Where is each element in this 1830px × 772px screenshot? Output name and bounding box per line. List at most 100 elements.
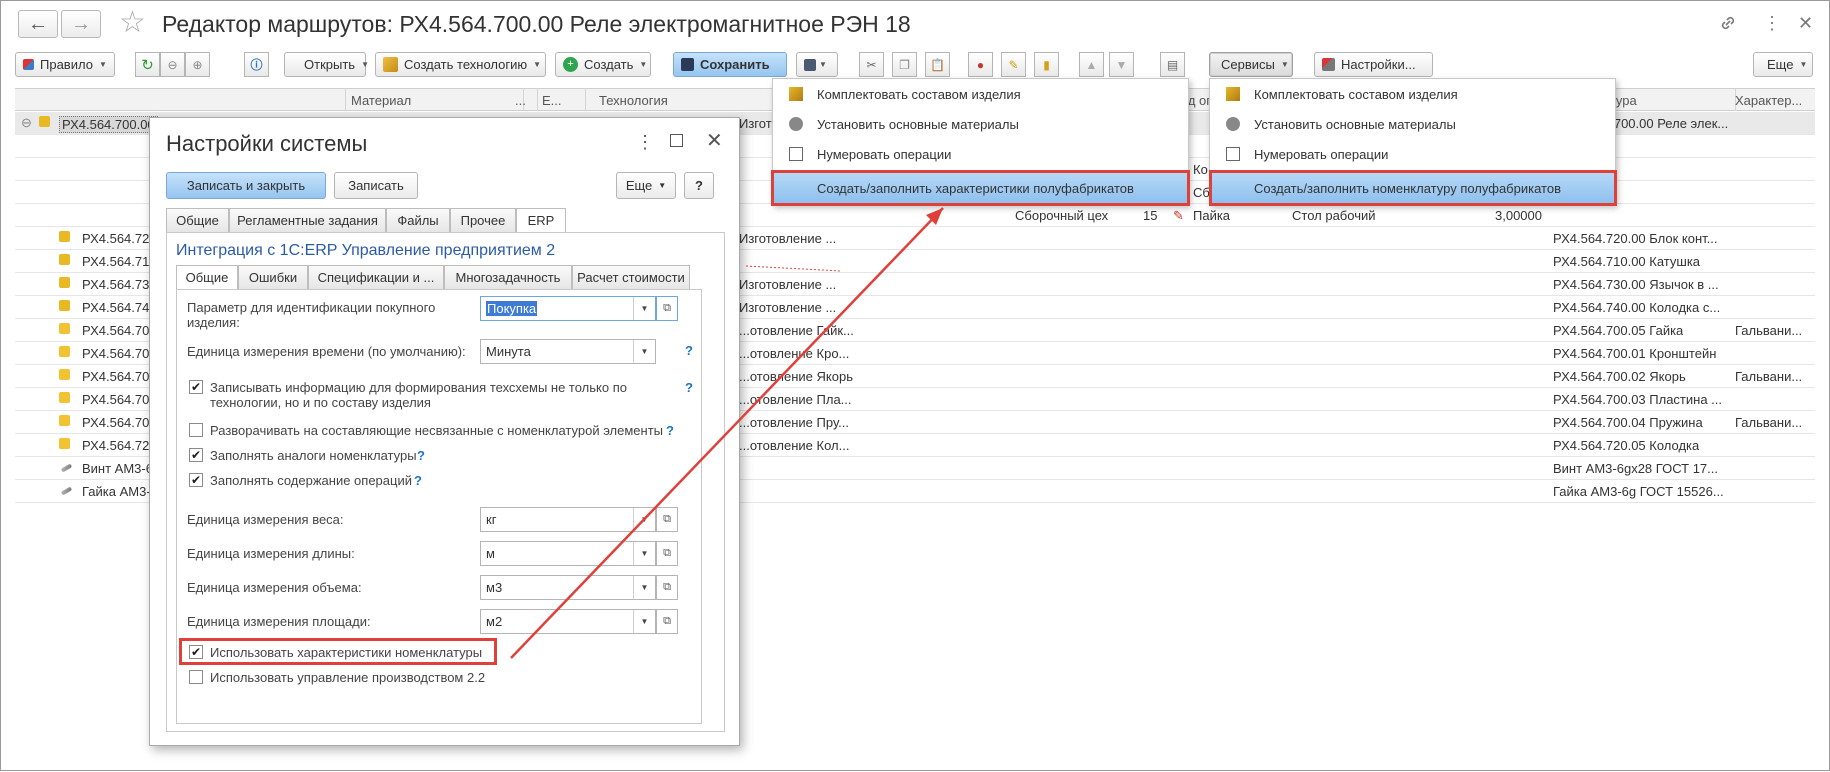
- layout-button[interactable]: ▤: [1160, 52, 1185, 77]
- tab-other[interactable]: Прочее: [450, 208, 516, 233]
- save-options-button[interactable]: ▼: [796, 52, 838, 77]
- tab-scheduled[interactable]: Регламентные задания: [229, 208, 386, 233]
- part-icon: [59, 254, 70, 265]
- column-unit[interactable]: Е...: [542, 93, 562, 108]
- chevron-down-icon[interactable]: ▼: [633, 610, 655, 633]
- help-button[interactable]: ?: [684, 172, 714, 199]
- link-icon[interactable]: [1718, 13, 1738, 38]
- copy-icon: ❐: [899, 57, 910, 72]
- scissors-icon: ✂: [866, 57, 877, 72]
- dialog-close-icon[interactable]: ✕: [706, 128, 723, 153]
- dialog-more-button[interactable]: Еще ▼: [616, 172, 676, 199]
- collapse-icon[interactable]: ⊖: [21, 115, 32, 131]
- chevron-down-icon[interactable]: ▼: [633, 508, 655, 531]
- fastener-icon: [60, 486, 73, 496]
- length-open-button[interactable]: ⧉: [656, 541, 678, 566]
- area-field[interactable]: м2 ▼: [480, 609, 656, 634]
- highlight-box-checkbox: [179, 638, 497, 665]
- info-button[interactable]: ⓘ: [244, 52, 269, 77]
- open-button[interactable]: Открыть ▼: [284, 52, 369, 77]
- copy-button[interactable]: ❐: [892, 52, 917, 77]
- subtab-cost[interactable]: Расчет стоимости: [572, 265, 690, 290]
- forward-button[interactable]: →: [61, 10, 101, 38]
- checkbox-analogs[interactable]: ✔: [189, 448, 203, 462]
- weight-field[interactable]: кг ▼: [480, 507, 656, 532]
- tab-erp[interactable]: ERP: [516, 208, 566, 233]
- chevron-down-icon[interactable]: ▼: [633, 340, 655, 363]
- help-icon[interactable]: ?: [685, 380, 693, 395]
- chevron-down-icon[interactable]: ▼: [633, 297, 655, 320]
- user-button[interactable]: ●: [968, 52, 993, 77]
- menu-item-materials[interactable]: Установить основные материалы: [1210, 109, 1615, 139]
- checkbox-content[interactable]: ✔: [189, 473, 203, 487]
- length-field[interactable]: м ▼: [480, 541, 656, 566]
- checkbox-unfold[interactable]: [189, 423, 203, 437]
- chevron-down-icon[interactable]: ▼: [633, 542, 655, 565]
- rule-button[interactable]: Правило ▼: [15, 52, 115, 77]
- zoom-in-button[interactable]: ⊕: [185, 52, 210, 77]
- checkbox-tech-scheme[interactable]: ✔: [189, 380, 203, 394]
- save-and-close-button[interactable]: Записать и закрыть: [166, 172, 326, 199]
- user-icon: ●: [976, 57, 985, 72]
- close-window-icon[interactable]: ✕: [1798, 13, 1813, 34]
- zoom-in-icon: ⊕: [192, 57, 203, 72]
- column-characteristic[interactable]: Характер...: [1735, 93, 1802, 108]
- settings-button[interactable]: Настройки...: [1314, 52, 1433, 77]
- zoom-out-icon: ⊖: [167, 57, 178, 72]
- maximize-icon[interactable]: [670, 134, 683, 147]
- column-material[interactable]: Материал: [351, 93, 411, 108]
- param-field[interactable]: Покупка ▼: [480, 296, 656, 321]
- help-icon[interactable]: ?: [414, 473, 422, 488]
- volume-field[interactable]: м3 ▼: [480, 575, 656, 600]
- document-button[interactable]: ▮: [1034, 52, 1059, 77]
- part-icon: [59, 438, 70, 449]
- save-button[interactable]: Сохранить: [673, 52, 787, 77]
- column-dots[interactable]: ...: [515, 93, 526, 108]
- menu-item-materials[interactable]: Установить основные материалы: [773, 109, 1188, 139]
- favorite-star-icon[interactable]: ☆: [119, 5, 146, 40]
- arrow-right-icon: →: [71, 12, 91, 35]
- edit-button[interactable]: ✎: [1001, 52, 1026, 77]
- chevron-down-icon[interactable]: ▼: [633, 576, 655, 599]
- menu-item-number[interactable]: Нумеровать операции: [1210, 139, 1615, 169]
- materials-icon: [1226, 117, 1240, 131]
- tab-general[interactable]: Общие: [166, 208, 229, 233]
- more-vertical-icon[interactable]: ⋮: [1763, 13, 1781, 34]
- rule-icon: [23, 59, 34, 70]
- volume-open-button[interactable]: ⧉: [656, 575, 678, 600]
- help-icon[interactable]: ?: [666, 423, 674, 438]
- help-icon[interactable]: ?: [685, 343, 693, 358]
- cut-button[interactable]: ✂: [859, 52, 884, 77]
- subtab-multitasking[interactable]: Многозадачность: [444, 265, 572, 290]
- dialog-more-icon[interactable]: ⋮: [636, 132, 654, 153]
- create-technology-button[interactable]: Создать технологию ▼: [375, 52, 546, 77]
- refresh-button[interactable]: ↻: [135, 52, 160, 77]
- analogs-label: Заполнять аналоги номенклатуры: [210, 448, 417, 463]
- tab-files[interactable]: Файлы: [386, 208, 450, 233]
- help-icon[interactable]: ?: [417, 448, 425, 463]
- zoom-out-button[interactable]: ⊖: [160, 52, 185, 77]
- part-icon: [59, 415, 70, 426]
- create-button[interactable]: + Создать ▼: [555, 52, 651, 77]
- move-down-button[interactable]: ▼: [1109, 52, 1134, 77]
- area-open-button[interactable]: ⧉: [656, 609, 678, 634]
- paste-button[interactable]: 📋: [925, 52, 950, 77]
- back-button[interactable]: ←: [18, 10, 58, 38]
- dialog-save-button[interactable]: Записать: [334, 172, 418, 199]
- move-up-button[interactable]: ▲: [1079, 52, 1104, 77]
- services-button[interactable]: Сервисы ▼: [1209, 52, 1293, 77]
- more-button[interactable]: Еще ▼: [1753, 52, 1813, 77]
- subtab-specifications[interactable]: Спецификации и ...: [308, 265, 444, 290]
- weight-open-button[interactable]: ⧉: [656, 507, 678, 532]
- menu-item-number[interactable]: Нумеровать операции: [773, 139, 1188, 169]
- param-open-button[interactable]: ⧉: [656, 296, 678, 321]
- checkbox-production[interactable]: [189, 670, 203, 684]
- param-label: Параметр для идентификации покупного изд…: [187, 300, 436, 330]
- time-field[interactable]: Минута ▼: [480, 339, 656, 364]
- subtab-general[interactable]: Общие: [176, 265, 238, 290]
- production-label: Использовать управление производством 2.…: [210, 670, 486, 685]
- column-technology[interactable]: Технология: [599, 93, 668, 108]
- subtab-errors[interactable]: Ошибки: [238, 265, 308, 290]
- menu-item-complete[interactable]: Комплектовать составом изделия: [773, 79, 1188, 109]
- menu-item-complete[interactable]: Комплектовать составом изделия: [1210, 79, 1615, 109]
